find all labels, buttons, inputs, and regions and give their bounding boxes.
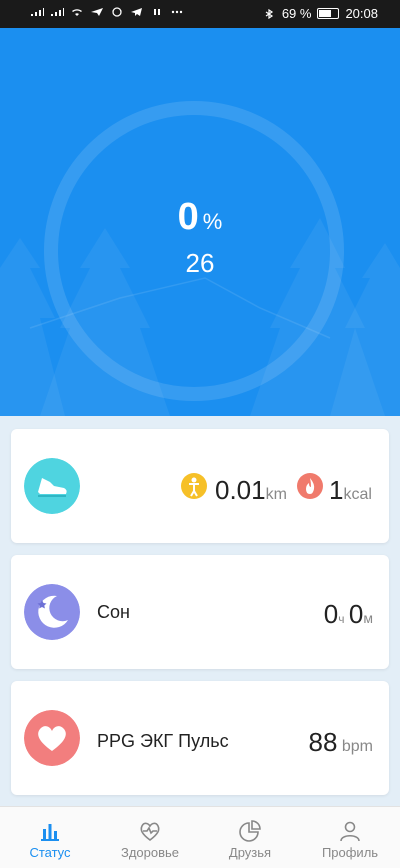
moon-icon xyxy=(24,584,80,640)
tab-label: Статус xyxy=(29,845,71,860)
progress-percent-value: 0 xyxy=(177,196,199,238)
status-icons-right: 69 % 20:08 xyxy=(262,6,378,21)
signal-icon xyxy=(31,8,44,16)
pause-icon xyxy=(154,9,160,15)
battery-percent: 69 % xyxy=(281,6,312,21)
sneaker-icon xyxy=(24,458,80,514)
tab-label: Профиль xyxy=(321,845,379,860)
activity-dashboard: 0% 26 xyxy=(0,28,400,416)
clock: 20:08 xyxy=(345,6,378,21)
sleep-hours-value: 0 xyxy=(323,599,339,629)
pie-chart-icon xyxy=(239,820,261,842)
whatsapp-icon xyxy=(112,7,122,17)
tab-label: Здоровье xyxy=(120,845,180,860)
wifi-icon xyxy=(72,9,82,16)
person-icon xyxy=(340,821,360,842)
sleep-hours-unit: ч xyxy=(338,612,345,626)
walker-icon xyxy=(181,473,207,499)
bottom-tab-bar: Статус Здоровье Друзья Профиль xyxy=(0,806,400,868)
calories-unit: kcal xyxy=(343,486,372,503)
more-icon xyxy=(171,10,183,14)
status-bar: 69 % 20:08 xyxy=(0,0,400,28)
bar-chart-icon xyxy=(41,824,59,841)
battery-icon xyxy=(317,8,340,19)
sleep-duration: 0ч 0м xyxy=(324,599,373,630)
sleep-card[interactable]: Сон 0ч 0м xyxy=(11,555,389,669)
heart-rate-display: 88 bpm xyxy=(309,727,374,758)
heart-icon xyxy=(24,710,80,766)
flame-icon xyxy=(297,473,323,499)
calories-value: 1 xyxy=(329,475,344,505)
heart-rate-card[interactable]: PPG ЭКГ Пульс 88 bpm xyxy=(11,681,389,795)
tab-profile[interactable]: Профиль xyxy=(300,807,400,868)
navigation-icon xyxy=(91,8,103,16)
status-icons-left xyxy=(30,7,184,17)
bluetooth-icon xyxy=(265,8,273,19)
sleep-minutes-unit: м xyxy=(363,610,373,626)
percent-symbol: % xyxy=(202,209,223,234)
tab-health[interactable]: Здоровье xyxy=(100,807,200,868)
sleep-minutes-value: 0 xyxy=(348,599,364,629)
activity-card[interactable]: 0.01km 1kcal xyxy=(11,429,389,543)
heart-pulse-icon xyxy=(140,822,160,842)
distance-unit: km xyxy=(265,486,287,503)
sleep-label: Сон xyxy=(97,602,130,622)
calories-display: 1kcal xyxy=(329,475,372,506)
heart-rate-unit: bpm xyxy=(341,738,373,755)
goal-progress: 0% xyxy=(0,196,400,239)
telegram-icon xyxy=(131,8,142,16)
heart-rate-label: PPG ЭКГ Пульс xyxy=(97,731,229,751)
tab-friends[interactable]: Друзья xyxy=(200,807,300,868)
tab-status[interactable]: Статус xyxy=(0,807,100,868)
distance-display: 0.01km xyxy=(215,475,287,506)
heart-rate-value: 88 xyxy=(308,727,338,757)
step-count: 26 xyxy=(185,248,215,278)
tab-label: Друзья xyxy=(228,845,272,860)
distance-value: 0.01 xyxy=(215,475,266,505)
signal-2-icon xyxy=(51,8,64,16)
